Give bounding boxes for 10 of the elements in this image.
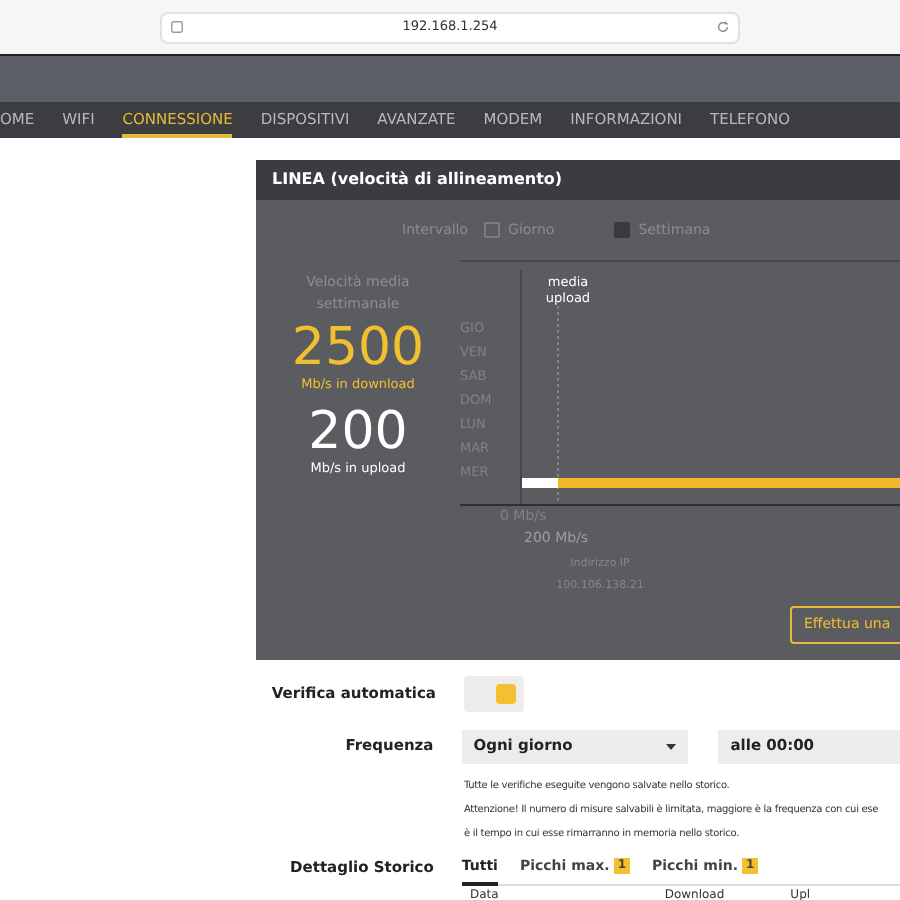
panel-title: LINEA (velocità di allineamento) bbox=[272, 168, 563, 192]
upload-value: 200 bbox=[308, 403, 408, 460]
toggle-switch[interactable] bbox=[464, 676, 524, 712]
page-icon bbox=[170, 20, 184, 34]
caret-icon bbox=[666, 743, 677, 749]
checkbox[interactable] bbox=[614, 222, 631, 238]
toggle-knob bbox=[496, 684, 516, 704]
download-value: 2500 bbox=[291, 320, 425, 376]
reload-icon[interactable] bbox=[716, 20, 730, 34]
checkbox[interactable] bbox=[484, 222, 501, 238]
